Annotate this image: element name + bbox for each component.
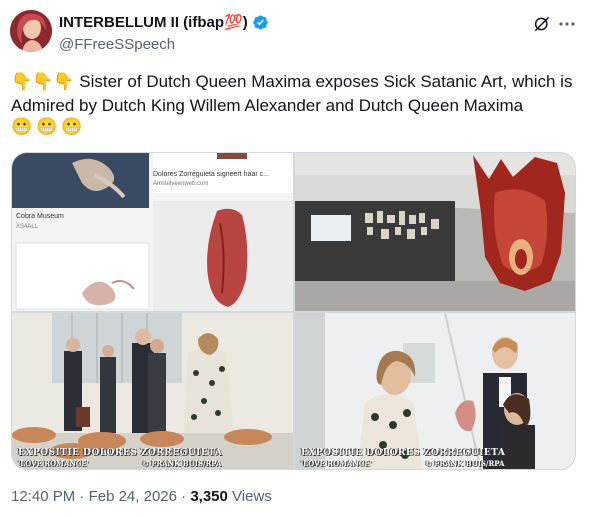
result-card-title: Dolores Zorreguieta signeert haar c... <box>153 171 269 178</box>
meta-separator: · <box>79 488 85 505</box>
media-image-4[interactable]: EXPOSITIE DOLORES ZORREGUIETA 'LOVE ROMA… <box>295 313 575 469</box>
media-grid: Dolores Zorreguieta signeert haar c... A… <box>11 152 576 470</box>
views-label: Views <box>232 488 272 505</box>
photo-caption-subtitle: 'LOVE ROMANCE' <box>18 459 89 468</box>
media-image-1[interactable]: Dolores Zorreguieta signeert haar c... A… <box>12 153 293 311</box>
result-card-title: Cobra Museum <box>16 213 64 220</box>
tweet-metadata: 12:40 PM · Feb 24, 2026 · 3,350 Views <box>11 488 272 505</box>
verified-badge-icon <box>252 15 268 29</box>
author-name-row[interactable]: INTERBELLUM II (ifbap💯) <box>59 13 269 31</box>
tweet-text: 👇👇👇 Sister of Dutch Queen Maxima exposes… <box>11 70 581 118</box>
tweet: INTERBELLUM II (ifbap💯) @FFreeSSpeech 👇👇… <box>0 0 589 518</box>
result-card-source: XS4ALL <box>16 224 39 230</box>
grimacing-emoji: 😬 <box>11 117 33 136</box>
grimacing-emoji-row: 😬 😬 😬 <box>11 117 83 137</box>
media-image-2[interactable] <box>295 153 575 311</box>
pointing-down-emoji: 👇 <box>32 72 54 91</box>
tweet-date[interactable]: Feb 24, 2026 <box>89 488 177 505</box>
more-options-icon[interactable] <box>558 17 576 31</box>
pointing-down-emoji: 👇 <box>11 72 33 91</box>
photo-caption: EXPOSITIE DOLORES ZORREGUIETA <box>18 448 223 458</box>
photo-credit: © FRANK BUIS/RPA <box>142 459 222 468</box>
tweet-body: Sister of Dutch Queen Maxima exposes Sic… <box>11 72 573 115</box>
views-count: 3,350 <box>190 488 228 505</box>
media-image-3[interactable]: EXPOSITIE DOLORES ZORREGUIETA 'LOVE ROMA… <box>12 313 293 469</box>
grimacing-emoji: 😬 <box>36 117 58 136</box>
photo-caption-subtitle: 'LOVE ROMANCE' <box>301 459 372 468</box>
result-card-source: Amstelveenweb.com <box>153 181 209 187</box>
author-handle[interactable]: @FFreeSSpeech <box>59 36 175 53</box>
hundred-points-emoji: 💯 <box>224 14 243 31</box>
tweet-time[interactable]: 12:40 PM <box>11 488 75 505</box>
photo-credit: © FRANK BUIS/RPA <box>425 459 505 468</box>
pointing-down-emoji: 👇 <box>53 72 75 91</box>
avatar[interactable] <box>10 10 52 52</box>
meta-separator: · <box>181 488 187 505</box>
grok-icon[interactable] <box>533 15 551 33</box>
grimacing-emoji: 😬 <box>61 117 83 136</box>
author-display-name[interactable]: INTERBELLUM II (ifbap💯) <box>59 13 248 31</box>
photo-caption: EXPOSITIE DOLORES ZORREGUIETA <box>301 448 506 458</box>
